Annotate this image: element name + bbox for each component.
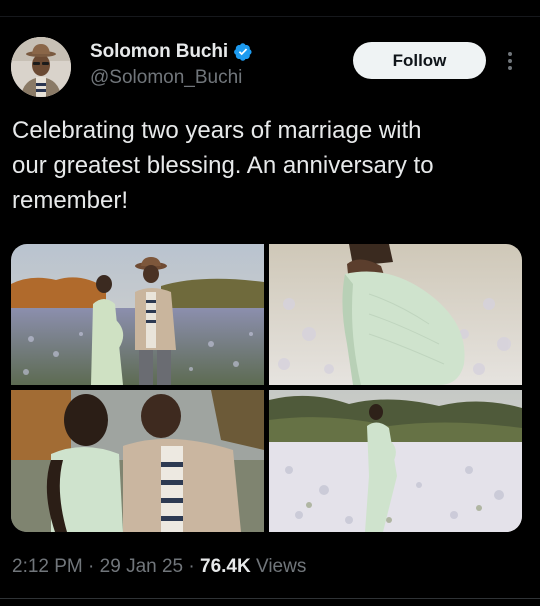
media-photo-3[interactable] (11, 390, 264, 532)
tweet-meta: 2:12 PM · 29 Jan 25 · 76.4K Views (12, 554, 306, 580)
author-name-row: Solomon Buchi (90, 40, 253, 64)
meta-separator: · (82, 556, 100, 577)
media-photo-1[interactable] (11, 244, 264, 385)
meta-separator: · (183, 556, 201, 577)
photo-woman-in-mint-dress-closeup (269, 244, 522, 385)
media-photo-2[interactable] (269, 244, 522, 385)
views-count: 76.4K (200, 556, 251, 577)
views-label: Views (250, 556, 307, 577)
media-photo-4[interactable] (269, 390, 522, 532)
author-handle[interactable]: @Solomon_Buchi (90, 67, 242, 89)
verified-badge-icon[interactable] (233, 42, 253, 62)
tweet-text: Celebrating two years of marriage with o… (12, 117, 434, 214)
photo-couple-standing-in-flower-field (11, 244, 264, 385)
more-dot (508, 66, 512, 70)
more-options-icon[interactable] (500, 48, 520, 74)
tweet-time[interactable]: 2:12 PM (12, 556, 83, 578)
more-dot (508, 59, 512, 63)
photo-woman-standing-in-flower-field (269, 390, 522, 532)
bottom-divider (0, 598, 540, 599)
top-divider (0, 16, 540, 17)
media-grid (11, 244, 522, 532)
more-dot (508, 52, 512, 56)
avatar-portrait (11, 37, 71, 97)
follow-button[interactable]: Follow (353, 42, 486, 79)
photo-couple-kissing (11, 390, 264, 532)
tweet-date[interactable]: 29 Jan 25 (100, 556, 183, 578)
author-display-name[interactable]: Solomon Buchi (90, 41, 228, 63)
avatar[interactable] (11, 37, 71, 97)
